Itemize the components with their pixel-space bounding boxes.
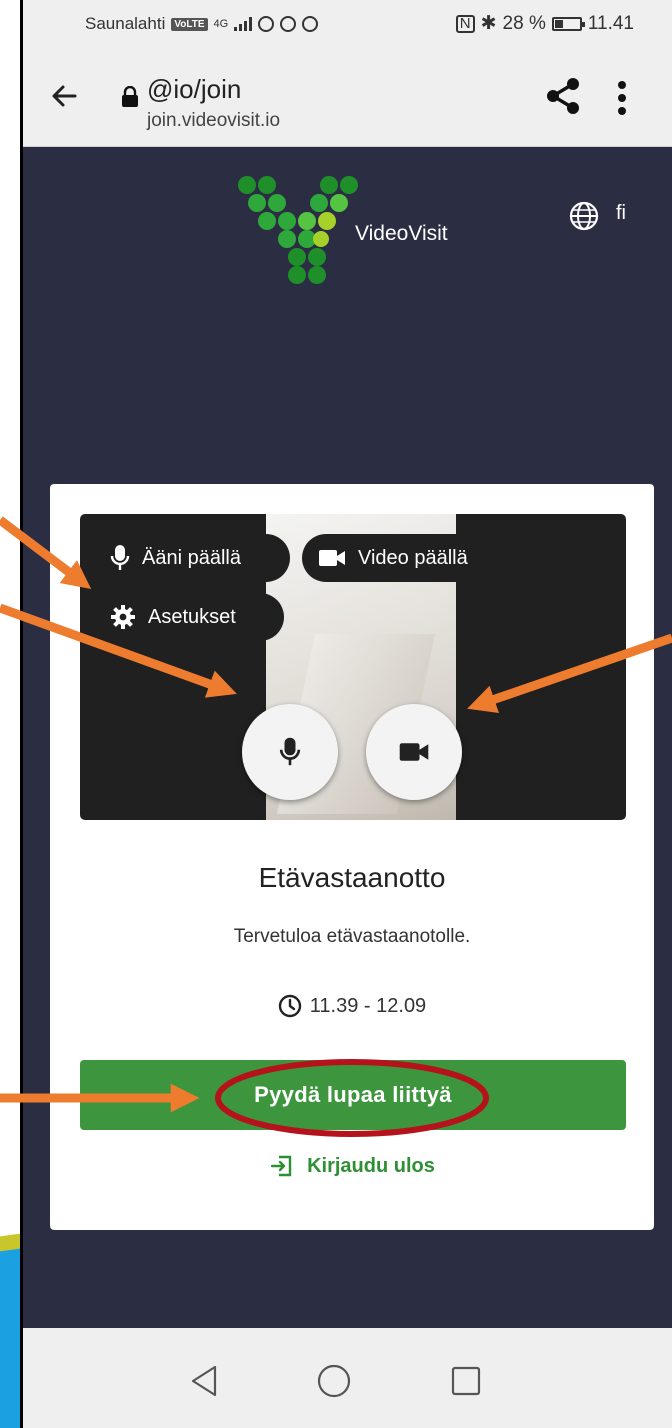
browser-toolbar: @io/join join.videovisit.io xyxy=(23,50,672,147)
join-card: Ääni päällä Video päällä Asetukset Etäva… xyxy=(50,484,654,1230)
network-type: 4G xyxy=(213,18,229,30)
microphone-button[interactable] xyxy=(242,704,338,800)
settings-label: Asetukset xyxy=(148,605,236,628)
bluetooth-icon: ✱ xyxy=(480,13,497,34)
time-range: 11.39 - 12.09 xyxy=(309,994,427,1017)
microphone-icon xyxy=(279,737,301,766)
battery-percent: 28 % xyxy=(502,12,546,34)
share-icon[interactable] xyxy=(543,76,583,116)
video-toggle-chip[interactable]: Video päällä xyxy=(302,534,552,582)
url-path[interactable]: @io/join xyxy=(147,74,241,105)
appointment-time: 11.39 - 12.09 xyxy=(50,994,654,1018)
whatsapp-icon xyxy=(258,16,275,32)
video-status-label: Video päällä xyxy=(358,546,468,569)
facebook-icon-2 xyxy=(302,16,319,32)
logout-link[interactable]: Kirjaudu ulos xyxy=(50,1154,654,1178)
lock-icon xyxy=(122,86,138,107)
request-join-label: Pyydä lupaa liittyä xyxy=(254,1082,452,1107)
language-selector[interactable]: fi xyxy=(616,202,626,225)
signal-icon xyxy=(234,17,253,31)
background-decoration xyxy=(0,0,22,1428)
url-host[interactable]: join.videovisit.io xyxy=(147,110,280,132)
video-camera-icon xyxy=(399,743,429,761)
nav-back-icon[interactable] xyxy=(189,1364,219,1398)
brand-name: VideoVisit xyxy=(355,222,448,245)
volte-badge: VoLTE xyxy=(171,17,208,31)
audio-status-label: Ääni päällä xyxy=(142,546,241,569)
audio-toggle-chip[interactable]: Ääni päällä xyxy=(94,534,290,582)
status-bar: Saunalahti VoLTE 4G N ✱ 28 % 11.41 xyxy=(23,0,672,50)
logout-label: Kirjaudu ulos xyxy=(307,1154,435,1177)
facebook-icon xyxy=(280,16,297,32)
gear-icon xyxy=(111,605,135,629)
video-preview: Ääni päällä Video päällä Asetukset xyxy=(80,514,626,820)
clock-time: 11.41 xyxy=(587,12,634,34)
nav-recent-apps-icon[interactable] xyxy=(451,1366,481,1396)
decoration-blue xyxy=(0,1247,22,1428)
login-arrow-icon xyxy=(270,1155,292,1177)
android-nav-bar xyxy=(23,1328,672,1428)
video-camera-icon xyxy=(319,550,345,566)
carrier-name: Saunalahti xyxy=(85,14,166,33)
back-arrow-icon[interactable] xyxy=(45,76,85,116)
nfc-icon: N xyxy=(455,14,475,33)
microphone-icon xyxy=(110,545,130,570)
request-join-button[interactable]: Pyydä lupaa liittyä xyxy=(80,1060,626,1130)
camera-button[interactable] xyxy=(366,704,462,800)
more-vertical-icon[interactable] xyxy=(617,80,627,116)
welcome-text: Tervetuloa etävastaanotolle. xyxy=(233,926,471,947)
page-title: Etävastaanotto xyxy=(258,862,446,893)
settings-chip[interactable]: Asetukset xyxy=(94,593,284,641)
nav-home-icon[interactable] xyxy=(317,1364,351,1398)
phone-screen: Saunalahti VoLTE 4G N ✱ 28 % 11.41 @io/j… xyxy=(23,0,672,1428)
globe-icon[interactable] xyxy=(568,200,600,232)
battery-icon xyxy=(551,16,585,31)
clock-icon xyxy=(278,994,301,1018)
